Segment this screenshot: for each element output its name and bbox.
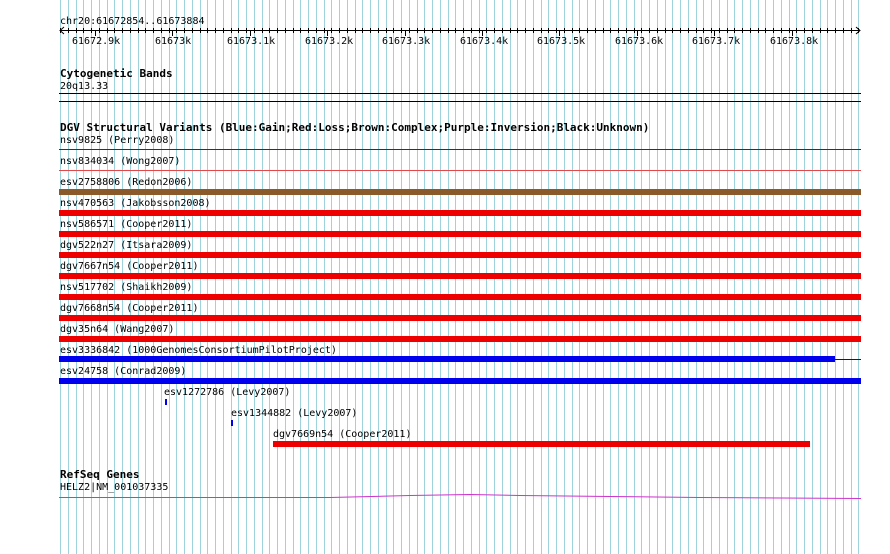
variant-label[interactable]: esv1272786 (Levy2007) [164, 387, 290, 398]
ruler-tick-label: 61673.3k [382, 36, 431, 47]
genome-browser-view: chr20:61672854..61673884 61672.9k 61673k… [0, 0, 890, 554]
cytoband-label: 20q13.33 [60, 81, 109, 92]
ruler-tick-label: 61673.6k [615, 36, 664, 47]
variant-feature [59, 378, 861, 384]
variant-label[interactable]: dgv35n64 (Wang2007) [60, 324, 174, 335]
variant-feature [165, 399, 167, 405]
ruler-tick-label: 61673.7k [692, 36, 741, 47]
variant-label[interactable]: nsv517702 (Shaikh2009) [60, 282, 192, 293]
ruler-tick-label: 61672.9k [72, 36, 121, 47]
dgv-track-title: DGV Structural Variants (Blue:Gain;Red:L… [60, 121, 650, 134]
ruler-tick-label: 61673.4k [460, 36, 509, 47]
variant-label[interactable]: esv24758 (Conrad2009) [60, 366, 186, 377]
range-label: chr20:61672854..61673884 [60, 16, 205, 27]
variant-label[interactable]: dgv522n27 (Itsara2009) [60, 240, 192, 251]
ruler-tick-label: 61673.8k [770, 36, 819, 47]
variant-feature [59, 231, 861, 237]
variant-feature [59, 336, 861, 342]
variant-label[interactable]: esv3336842 (1000GenomesConsortiumPilotPr… [60, 345, 337, 356]
variant-feature [59, 252, 861, 258]
variant-feature [59, 149, 861, 150]
variant-label[interactable]: dgv7668n54 (Cooper2011) [60, 303, 198, 314]
ruler-tick-label: 61673.2k [305, 36, 354, 47]
variant-feature [231, 420, 233, 426]
ruler-tick-label: 61673.1k [227, 36, 276, 47]
ruler-tick-label: 61673.5k [537, 36, 586, 47]
ruler-tick-label: 61673k [155, 36, 192, 47]
variant-label[interactable]: dgv7669n54 (Cooper2011) [273, 429, 411, 440]
variant-label[interactable]: esv1344882 (Levy2007) [231, 408, 357, 419]
variant-feature [59, 189, 861, 195]
variant-feature [59, 273, 861, 279]
variant-label[interactable]: esv2758806 (Redon2006) [60, 177, 192, 188]
variant-feature [273, 441, 810, 447]
variant-feature [59, 210, 861, 216]
gene-structure [59, 493, 862, 499]
variant-label[interactable]: nsv9825 (Perry2008) [60, 135, 174, 146]
gene-label[interactable]: HELZ2|NM_001037335 [60, 482, 168, 493]
variant-label[interactable]: nsv834034 (Wong2007) [60, 156, 180, 167]
variant-feature [59, 170, 861, 171]
variant-feature [59, 315, 861, 321]
variant-label[interactable]: dgv7667n54 (Cooper2011) [60, 261, 198, 272]
variant-feature [59, 356, 835, 362]
cytoband-track-title: Cytogenetic Bands [60, 67, 173, 80]
variant-label[interactable]: nsv586571 (Cooper2011) [60, 219, 192, 230]
variant-label[interactable]: nsv470563 (Jakobsson2008) [60, 198, 211, 209]
refseq-track-title: RefSeq Genes [60, 468, 140, 481]
variant-feature [59, 294, 861, 300]
